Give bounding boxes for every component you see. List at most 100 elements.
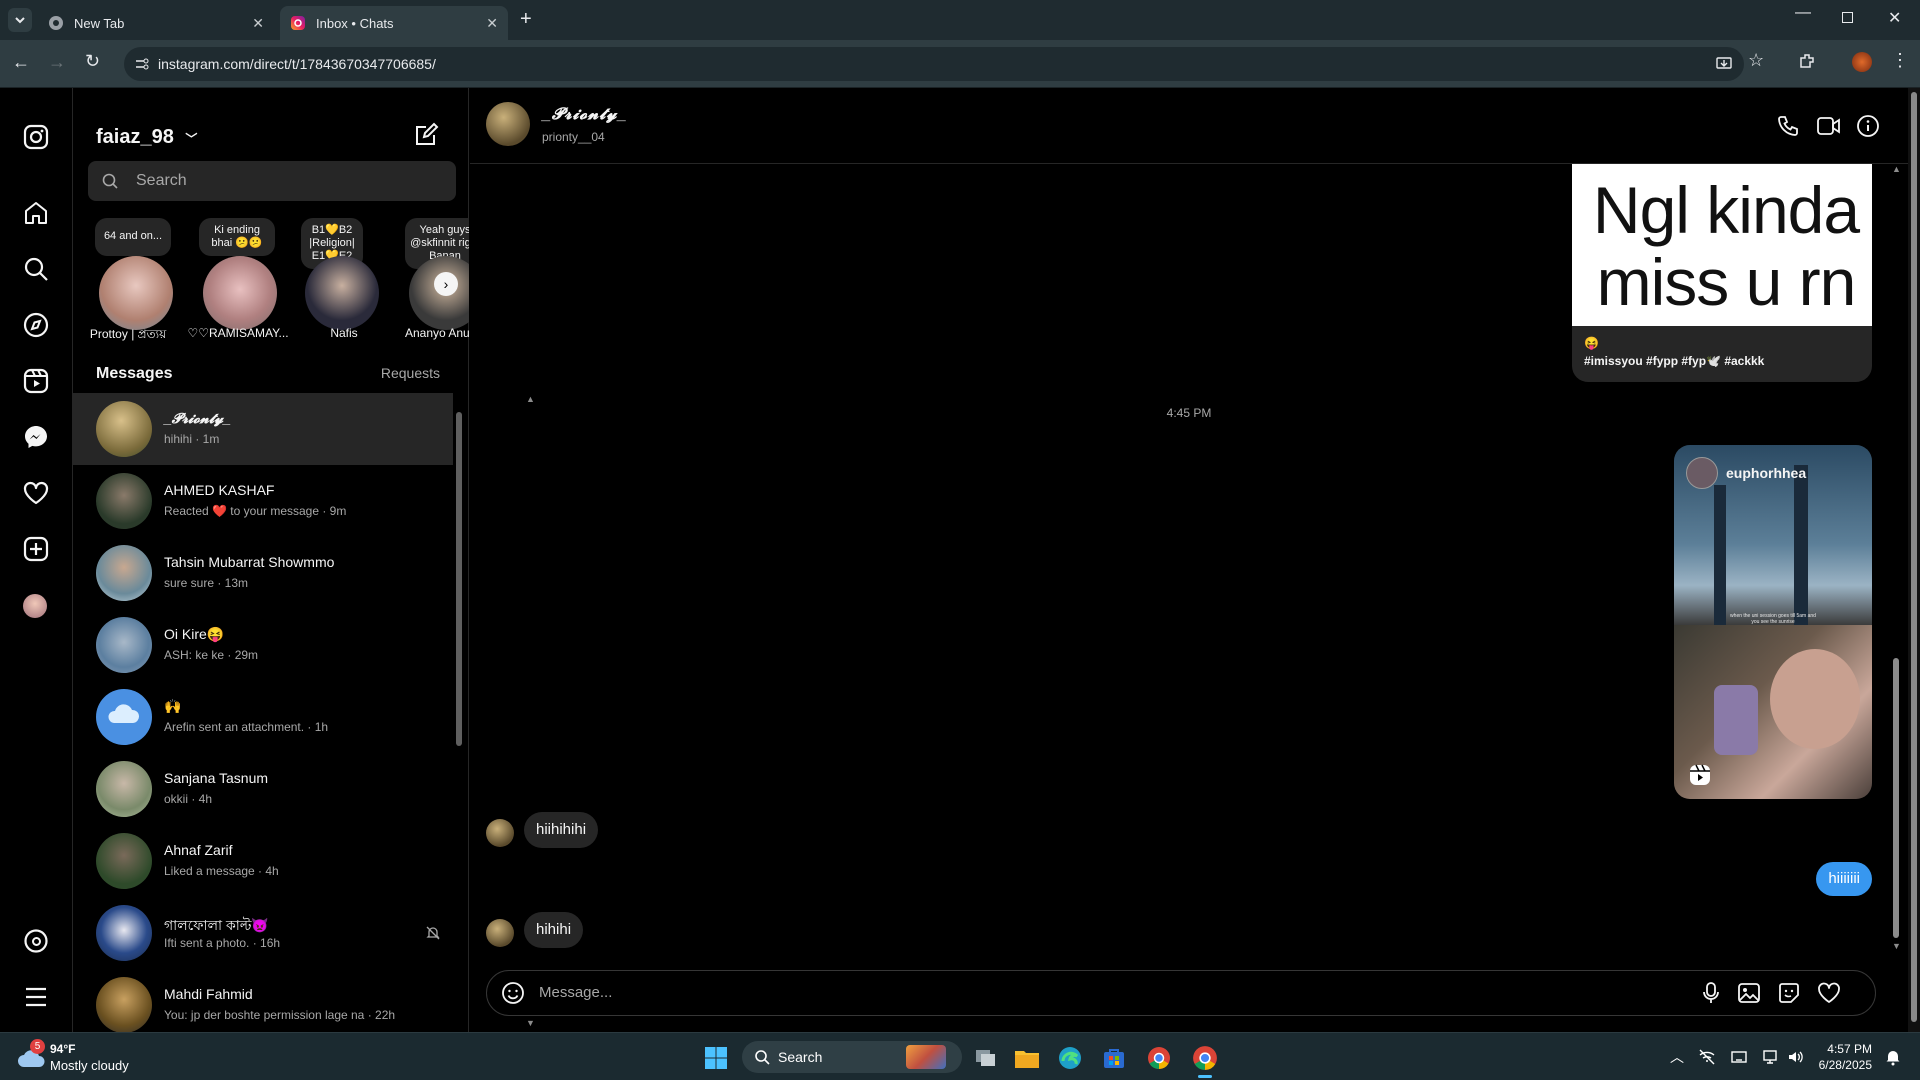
conversation-info-icon[interactable] [1856,114,1880,138]
volume-icon[interactable] [1786,1048,1804,1066]
note-item[interactable]: Ki ending bhai 😕😕 [193,218,297,338]
microsoft-store-icon[interactable] [1102,1046,1126,1070]
extensions-icon[interactable] [1798,52,1816,70]
back-arrow-icon[interactable]: ← [12,52,30,73]
close-window-icon[interactable]: ✕ [1888,8,1901,28]
minimize-icon[interactable]: — [1795,4,1811,22]
display-icon[interactable] [1730,1048,1748,1066]
requests-link[interactable]: Requests [381,365,440,381]
like-heart-icon[interactable] [1817,981,1841,1005]
file-explorer-icon[interactable] [1014,1046,1040,1070]
install-app-icon[interactable] [1716,56,1732,72]
audio-call-phone-icon[interactable] [1776,114,1800,138]
note-item[interactable]: 64 and on... [89,218,193,338]
weather-description[interactable]: Mostly cloudy [50,1058,129,1073]
scroll-up-arrow-icon[interactable]: ▲ [1892,164,1901,174]
profile-avatar[interactable] [23,594,47,618]
note-item[interactable]: B1💛B2 |Religion| E1💛E2 [295,218,399,338]
notification-bell-icon[interactable] [1884,1048,1902,1066]
add-photo-icon[interactable] [1737,981,1761,1005]
url-field[interactable]: instagram.com/direct/t/17843670347706685… [124,47,1744,81]
chat-display-name[interactable]: _𝓟𝓻𝓲𝓸𝓷𝓽𝔂_ [542,106,627,124]
network-off-icon[interactable] [1698,1048,1716,1066]
reload-icon[interactable]: ↻ [85,51,100,72]
profile-avatar[interactable] [1852,52,1872,72]
browser-menu-icon[interactable]: ⋮ [1891,50,1909,71]
reel-clip-icon [1688,763,1712,787]
search-icon[interactable] [23,256,49,282]
chat-scrollbar[interactable] [1893,658,1899,938]
tab-new-tab[interactable]: New Tab ✕ [38,6,274,40]
weather-temperature[interactable]: 94°F [50,1042,75,1056]
more-menu-icon[interactable] [23,984,49,1010]
reel-author-username[interactable]: euphorhhea [1726,465,1806,481]
conversation-preview: You: jp der boshte permission lage na · … [164,1008,396,1022]
incoming-message[interactable]: hihihi [524,912,584,948]
avatar [96,905,152,961]
conversation-row[interactable]: Ahnaf Zarif Liked a message · 4h [73,825,453,897]
instagram-logo-icon[interactable] [23,124,49,150]
bookmark-star-icon[interactable]: ☆ [1748,50,1764,71]
wifi-monitor-icon[interactable] [1762,1048,1780,1066]
microphone-icon[interactable] [1699,981,1723,1005]
home-icon[interactable] [23,200,49,226]
window-frame-shape [1794,465,1808,625]
incoming-message[interactable]: hiihihihi [524,812,599,848]
tab-inbox-chats[interactable]: Inbox • Chats ✕ [280,6,508,40]
video-call-icon[interactable] [1816,114,1842,138]
shared-reel-post[interactable]: when the uni session goes till 5am and y… [1674,445,1872,799]
site-info-icon[interactable] [134,56,150,72]
note-name: Ananyo Anu [405,326,469,340]
avatar [305,256,379,330]
note-item[interactable]: Yeah guys @skfinnit right Banan [399,218,469,338]
avatar[interactable] [486,102,530,146]
new-tab-plus-icon[interactable]: + [520,8,532,31]
system-clock[interactable]: 4:57 PM 6/28/2025 [1819,1041,1872,1073]
conversation-row[interactable]: গালফোলা কাল্ট👿 Ifti sent a photo. · 16h [73,897,453,969]
phone-shape [1714,685,1758,755]
restore-icon[interactable] [1842,12,1853,23]
conversation-row[interactable]: Tahsin Mubarrat Showmmo sure sure · 13m [73,537,453,609]
note-name: Nafis [330,326,358,340]
search-input[interactable]: Search [88,161,456,201]
conversation-row[interactable]: Sanjana Tasnum okkii · 4h [73,753,453,825]
edge-browser-icon[interactable] [1058,1046,1082,1070]
conversation-row[interactable]: Oi Kire😝 ASH: ke ke · 29m [73,609,453,681]
notes-next-chevron-icon[interactable]: › [434,272,458,296]
page-scrollbar[interactable] [1908,88,1920,1032]
clock-date: 6/28/2025 [1818,1058,1872,1072]
new-message-compose-icon[interactable] [413,122,439,148]
shared-reel-post[interactable]: Ngl kinda miss u rn 😝 #imissyou #fypp #f… [1572,164,1872,382]
chrome-active-icon[interactable] [1192,1045,1218,1071]
close-tab-icon[interactable]: ✕ [486,15,498,32]
emoji-icon[interactable] [501,981,525,1005]
conversation-preview: okkii · 4h [164,792,213,806]
task-view-icon[interactable] [974,1046,998,1070]
threads-icon[interactable] [23,928,49,954]
scroll-down-arrow-icon[interactable]: ▼ [1892,941,1901,951]
notifications-heart-icon[interactable] [23,480,49,506]
message-input[interactable]: Message... [539,984,612,1001]
show-hidden-icons-chevron[interactable]: ︿ [1670,1047,1684,1067]
taskbar-search[interactable]: Search [742,1041,962,1073]
messenger-icon[interactable] [23,424,49,450]
conversation-row[interactable]: AHMED KASHAF Reacted ❤️ to your message … [73,465,453,537]
tab-list-dropdown-icon[interactable] [8,8,32,32]
chrome-icon[interactable] [1147,1046,1171,1070]
windows-start-icon[interactable] [704,1046,728,1070]
outgoing-message[interactable]: hiiiiiii [1816,862,1872,896]
explore-compass-icon[interactable] [23,312,49,338]
conversation-row[interactable]: Mahdi Fahmid You: jp der boshte permissi… [73,969,453,1041]
inbox-scrollbar[interactable] [456,412,462,746]
conversation-row[interactable]: _𝓟𝓻𝓲𝓸𝓷𝓽𝔂_ hihihi · 1m [73,393,453,465]
close-tab-icon[interactable]: ✕ [252,15,264,32]
conversation-row[interactable]: 🙌 Arefin sent an attachment. · 1h [73,681,453,753]
forward-arrow-icon[interactable]: → [48,52,66,73]
sticker-icon[interactable] [1777,981,1801,1005]
account-switcher[interactable]: faiaz_98 ﹀ [96,126,197,149]
chat-panel: _𝓟𝓻𝓲𝓸𝓷𝓽𝔂_ prionty__04 Ngl kinda miss u r… [470,88,1908,1032]
message-composer[interactable]: Message... [486,970,1876,1016]
reels-icon[interactable] [23,368,49,394]
reel-overlay-caption: when the uni session goes till 5am and y… [1730,613,1816,625]
create-plus-icon[interactable] [23,536,49,562]
